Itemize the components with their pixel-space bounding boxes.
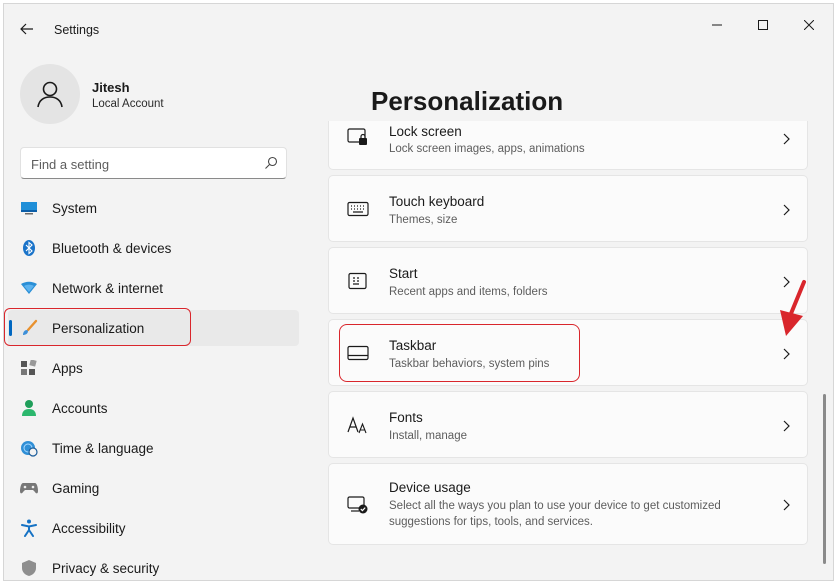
maximize-icon — [758, 20, 768, 30]
card-lock-screen[interactable]: Lock screen Lock screen images, apps, an… — [328, 121, 808, 170]
card-touch-keyboard[interactable]: Touch keyboard Themes, size — [328, 175, 808, 242]
search-icon[interactable] — [264, 156, 278, 170]
annotation-highlight-personalization — [4, 308, 191, 346]
nav-item-gaming[interactable]: Gaming — [8, 470, 299, 506]
card-subtitle: Select all the ways you plan to use your… — [389, 500, 721, 528]
nav-item-privacy-security[interactable]: Privacy & security — [8, 550, 299, 580]
nav-item-label: Gaming — [52, 480, 100, 496]
scrollbar[interactable] — [823, 394, 826, 564]
nav-item-network-internet[interactable]: Network & internet — [8, 270, 299, 306]
fonts-icon — [347, 414, 369, 436]
nav-item-label: Time & language — [52, 440, 154, 456]
nav-item-apps[interactable]: Apps — [8, 350, 299, 386]
nav-item-bluetooth-devices[interactable]: Bluetooth & devices — [8, 230, 299, 266]
person-icon — [20, 399, 38, 417]
annotation-highlight-taskbar — [339, 324, 580, 382]
minimize-icon — [712, 24, 722, 26]
globe-clock-icon — [20, 439, 38, 457]
nav-item-label: System — [52, 200, 98, 216]
nav-item-label: Network & internet — [52, 280, 164, 296]
title-bar: Settings — [4, 4, 833, 48]
nav-item-label: Accounts — [52, 400, 108, 416]
wifi-icon — [20, 279, 38, 297]
app-title: Settings — [54, 23, 100, 37]
lock-screen-icon — [347, 126, 369, 148]
avatar[interactable] — [20, 64, 80, 124]
settings-window: Settings Jitesh Local Account System Blu… — [3, 3, 834, 581]
card-subtitle: Lock screen images, apps, animations — [389, 143, 585, 155]
card-title: Touch keyboard — [389, 194, 485, 209]
chevron-right-icon — [783, 133, 790, 145]
card-title: Device usage — [389, 480, 471, 495]
search-box[interactable] — [20, 147, 287, 179]
nav-item-time-language[interactable]: Time & language — [8, 430, 299, 466]
card-subtitle: Recent apps and items, folders — [389, 286, 548, 298]
monitor-icon — [20, 199, 38, 217]
start-icon — [347, 270, 369, 292]
nav-item-accessibility[interactable]: Accessibility — [8, 510, 299, 546]
person-icon — [37, 81, 63, 108]
user-name: Jitesh — [92, 80, 130, 95]
nav-item-label: Accessibility — [52, 520, 126, 536]
device-usage-icon — [347, 494, 369, 516]
card-subtitle: Themes, size — [389, 214, 458, 226]
card-start[interactable]: Start Recent apps and items, folders — [328, 247, 808, 314]
apps-icon — [20, 359, 38, 377]
close-button[interactable] — [786, 10, 832, 40]
card-title: Fonts — [389, 410, 423, 425]
card-title: Start — [389, 266, 418, 281]
page-title: Personalization — [371, 86, 564, 116]
chevron-right-icon — [783, 348, 790, 360]
card-fonts[interactable]: Fonts Install, manage — [328, 391, 808, 458]
shield-icon — [20, 559, 38, 577]
maximize-button[interactable] — [740, 10, 786, 40]
nav-item-label: Apps — [52, 360, 83, 376]
annotation-arrow — [780, 280, 806, 336]
arrow-left-icon — [20, 23, 33, 35]
card-title: Lock screen — [389, 124, 462, 139]
back-button[interactable] — [14, 18, 40, 40]
account-type: Local Account — [92, 98, 164, 110]
bluetooth-icon — [20, 239, 38, 257]
search-input[interactable] — [31, 155, 251, 173]
chevron-right-icon — [783, 499, 790, 511]
keyboard-icon — [347, 198, 369, 220]
card-device-usage[interactable]: Device usage Select all the ways you pla… — [328, 463, 808, 545]
chevron-right-icon — [783, 420, 790, 432]
nav-item-accounts[interactable]: Accounts — [8, 390, 299, 426]
minimize-button[interactable] — [694, 10, 740, 40]
nav-item-system[interactable]: System — [8, 190, 299, 226]
close-icon — [804, 20, 814, 30]
chevron-right-icon — [783, 204, 790, 216]
gamepad-icon — [20, 479, 38, 497]
nav-item-label: Bluetooth & devices — [52, 240, 172, 256]
nav-item-label: Privacy & security — [52, 560, 160, 576]
accessibility-icon — [20, 519, 38, 537]
card-subtitle: Install, manage — [389, 430, 467, 442]
